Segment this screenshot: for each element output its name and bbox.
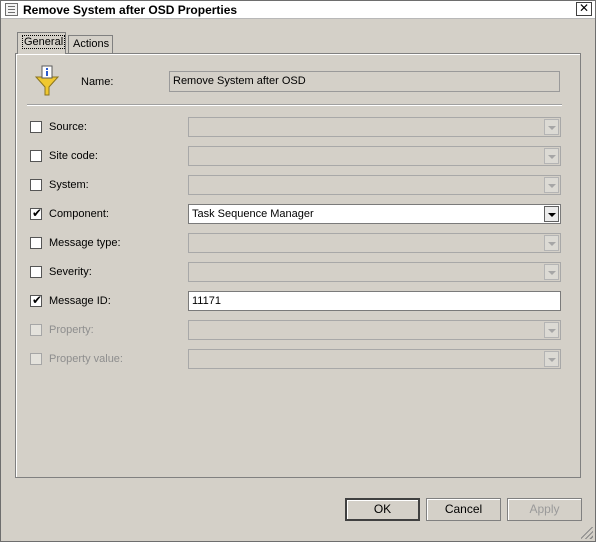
component-dropdown[interactable]: Task Sequence Manager — [188, 204, 561, 224]
apply-button[interactable]: Apply — [507, 498, 582, 521]
window-title: Remove System after OSD Properties — [23, 3, 238, 17]
criteria-row-message-id: ✔ Message ID: 11171 — [1, 291, 596, 313]
chevron-down-icon[interactable] — [544, 119, 559, 135]
tab-actions-label: Actions — [73, 38, 110, 50]
tab-actions[interactable]: Actions — [68, 35, 113, 53]
cancel-button[interactable]: Cancel — [426, 498, 501, 521]
chevron-down-icon[interactable] — [544, 322, 559, 338]
site-code-checkbox[interactable] — [30, 150, 42, 162]
name-label: Name: — [81, 76, 114, 88]
properties-dialog: Remove System after OSD Properties ✕ Gen… — [0, 0, 596, 542]
criteria-row-source: Source: — [1, 117, 596, 139]
title-bar[interactable]: Remove System after OSD Properties ✕ — [1, 1, 595, 19]
window-icon — [5, 3, 18, 16]
property-value-dropdown[interactable] — [188, 349, 561, 369]
message-type-label: Message type: — [49, 237, 121, 249]
message-id-value: 11171 — [192, 295, 221, 307]
criteria-row-component: ✔ Component: Task Sequence Manager — [1, 204, 596, 226]
component-selected-value: Task Sequence Manager — [192, 208, 314, 220]
source-dropdown[interactable] — [188, 117, 561, 137]
message-id-checkbox[interactable]: ✔ — [30, 293, 43, 307]
chevron-down-icon[interactable] — [544, 264, 559, 280]
chevron-down-icon[interactable] — [544, 351, 559, 367]
severity-label: Severity: — [49, 266, 92, 278]
checkmark-icon: ✔ — [32, 293, 43, 307]
property-value-label: Property value: — [49, 353, 123, 365]
close-button[interactable]: ✕ — [576, 2, 592, 16]
property-dropdown[interactable] — [188, 320, 561, 340]
component-checkbox[interactable]: ✔ — [30, 206, 43, 220]
checkmark-icon: ✔ — [32, 206, 43, 220]
ok-button[interactable]: OK — [345, 498, 420, 521]
component-label: Component: — [49, 208, 109, 220]
chevron-down-icon[interactable] — [544, 148, 559, 164]
resize-grip[interactable] — [581, 527, 593, 539]
header-separator — [27, 104, 562, 106]
chevron-down-icon[interactable] — [544, 177, 559, 193]
system-label: System: — [49, 179, 89, 191]
name-field: Remove System after OSD — [169, 71, 560, 92]
tab-general-label: General — [22, 35, 66, 49]
message-id-input[interactable]: 11171 — [188, 291, 561, 311]
site-code-dropdown[interactable] — [188, 146, 561, 166]
message-id-label: Message ID: — [49, 295, 111, 307]
system-dropdown[interactable] — [188, 175, 561, 195]
criteria-row-message-type: Message type: — [1, 233, 596, 255]
property-value-checkbox[interactable] — [30, 353, 42, 365]
severity-dropdown[interactable] — [188, 262, 561, 282]
property-checkbox[interactable] — [30, 324, 42, 336]
criteria-row-severity: Severity: — [1, 262, 596, 284]
severity-checkbox[interactable] — [30, 266, 42, 278]
chevron-down-icon[interactable] — [544, 206, 559, 222]
criteria-row-property: Property: — [1, 320, 596, 342]
system-checkbox[interactable] — [30, 179, 42, 191]
source-checkbox[interactable] — [30, 121, 42, 133]
source-label: Source: — [49, 121, 87, 133]
criteria-row-system: System: — [1, 175, 596, 197]
site-code-label: Site code: — [49, 150, 98, 162]
message-type-checkbox[interactable] — [30, 237, 42, 249]
filter-funnel-info-icon — [34, 65, 60, 96]
criteria-row-property-value: Property value: — [1, 349, 596, 371]
property-label: Property: — [49, 324, 94, 336]
chevron-down-icon[interactable] — [544, 235, 559, 251]
tab-general[interactable]: General — [17, 32, 66, 54]
message-type-dropdown[interactable] — [188, 233, 561, 253]
criteria-row-site-code: Site code: — [1, 146, 596, 168]
